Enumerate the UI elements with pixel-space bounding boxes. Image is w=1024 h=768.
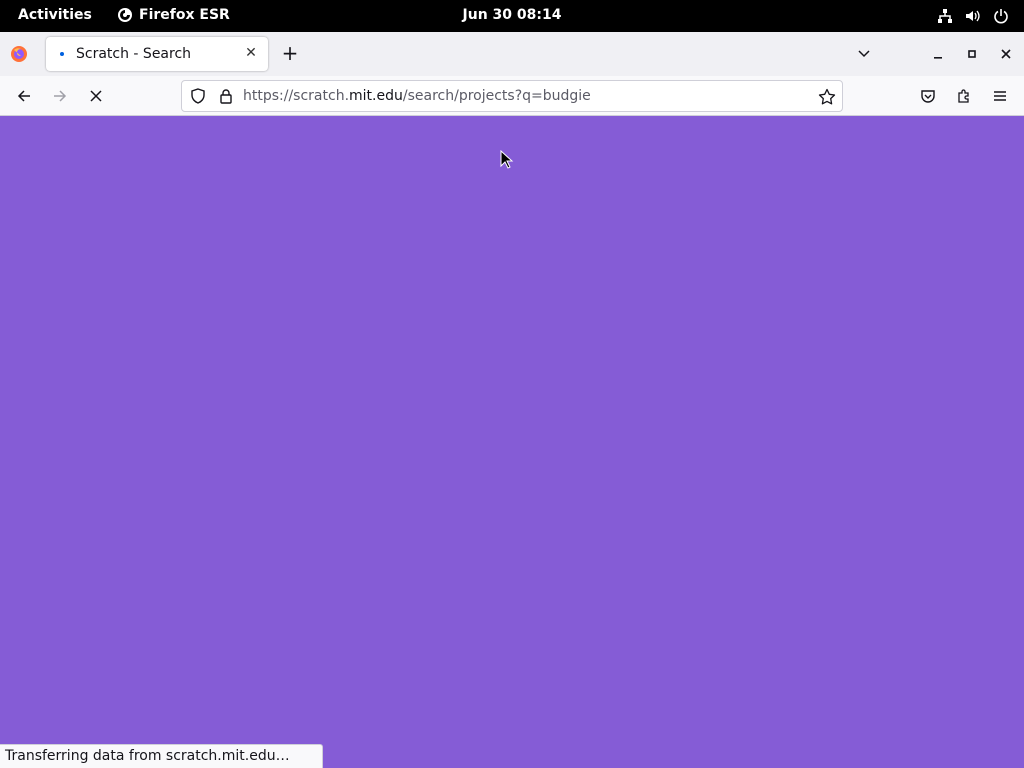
list-all-tabs-icon[interactable]	[856, 45, 872, 65]
bookmark-star-icon[interactable]	[818, 88, 836, 110]
page-content[interactable]	[0, 117, 1024, 768]
tab-title: Scratch - Search	[76, 46, 192, 62]
url-path: /search/projects?q=budgie	[402, 88, 591, 104]
url-domain: mit.edu	[349, 88, 403, 104]
tab-scratch-search[interactable]: Scratch - Search ✕	[46, 37, 268, 71]
navigation-toolbar: https://scratch.mit.edu/search/projects?…	[0, 76, 1024, 116]
pocket-icon[interactable]	[918, 86, 938, 106]
network-icon	[936, 7, 954, 25]
loading-indicator-icon	[60, 52, 64, 56]
minimize-icon[interactable]	[928, 44, 948, 64]
app-name: Firefox ESR	[139, 7, 230, 23]
power-icon	[992, 7, 1010, 25]
system-top-bar: Activities Firefox ESR Jun 30 08:14	[0, 0, 1024, 32]
shield-icon[interactable]	[190, 88, 206, 108]
status-panel: Transferring data from scratch.mit.edu…	[0, 744, 323, 768]
forward-icon[interactable]	[50, 86, 70, 106]
back-icon[interactable]	[14, 86, 34, 106]
close-tab-icon[interactable]: ✕	[243, 45, 259, 61]
app-menu[interactable]: Firefox ESR	[117, 7, 230, 23]
maximize-icon[interactable]	[962, 44, 982, 64]
close-window-icon[interactable]	[996, 44, 1016, 64]
url-prefix: https://scratch.	[243, 88, 350, 104]
firefox-icon	[10, 45, 28, 67]
new-tab-button[interactable]: +	[280, 43, 300, 64]
menu-icon[interactable]	[990, 86, 1010, 106]
system-status-area[interactable]	[936, 7, 1010, 25]
tab-strip: Scratch - Search ✕ +	[0, 32, 1024, 76]
volume-icon	[964, 7, 982, 25]
firefox-esr-icon	[118, 8, 132, 22]
clock[interactable]: Jun 30 08:14	[463, 7, 562, 23]
stop-icon[interactable]	[86, 86, 106, 106]
activities-button[interactable]: Activities	[18, 7, 92, 23]
extensions-icon[interactable]	[954, 86, 974, 106]
url-text[interactable]: https://scratch.mit.edu/search/projects?…	[243, 88, 591, 104]
lock-icon[interactable]	[218, 88, 234, 108]
url-bar[interactable]: https://scratch.mit.edu/search/projects?…	[181, 80, 843, 112]
mouse-cursor-icon	[500, 150, 514, 169]
